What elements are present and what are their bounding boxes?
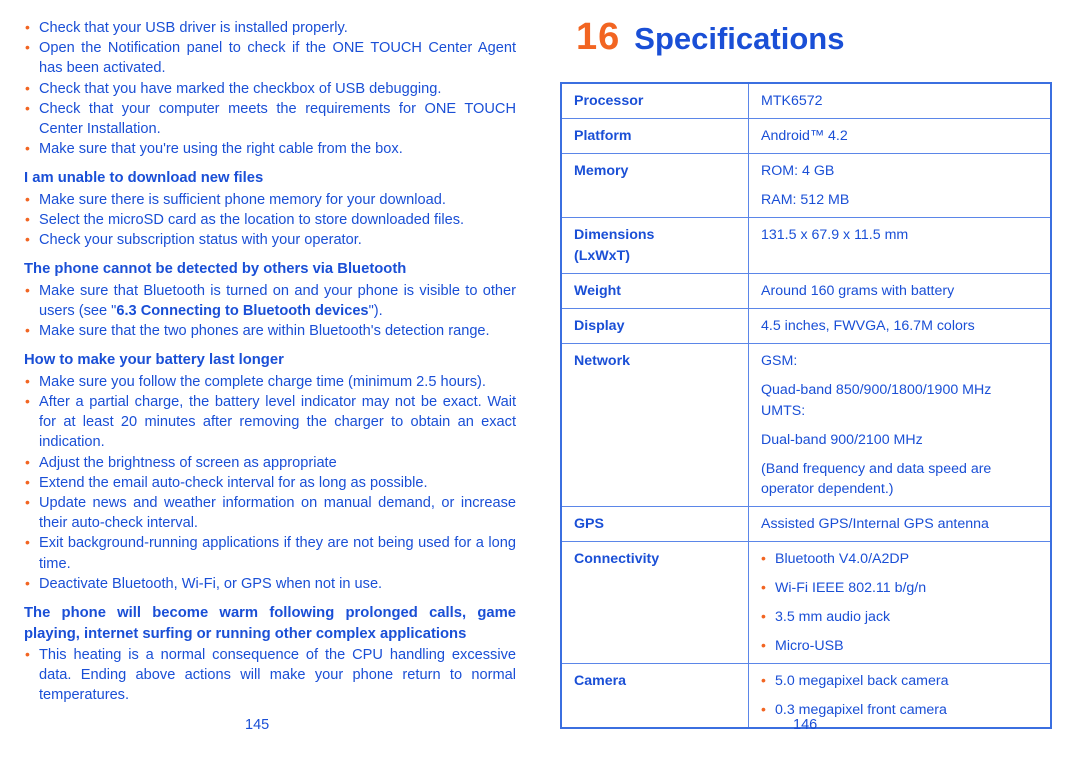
value-line: Android™ 4.2 [761, 128, 848, 144]
spec-label: Memory [560, 153, 749, 218]
left-page-column: Check that your USB driver is installed … [24, 17, 516, 706]
spec-label: GPS [560, 506, 749, 542]
list-item: Select the microSD card as the location … [24, 209, 516, 230]
spec-label-line-2: (LxWxT) [574, 248, 630, 264]
spec-label: Display [560, 308, 749, 344]
list-item: After a partial charge, the battery leve… [24, 391, 516, 453]
list-item: Make sure that Bluetooth is turned on an… [24, 280, 516, 321]
chapter-name: Specifications [634, 21, 845, 56]
list-item: Wi-Fi IEEE 802.11 b/g/n [761, 577, 1040, 598]
value-line: ROM: 4 GB [761, 163, 835, 179]
spec-label: Dimensions (LxWxT) [560, 217, 749, 274]
spec-value: Assisted GPS/Internal GPS antenna [748, 506, 1052, 542]
value-line: RAM: 512 MB [761, 192, 850, 208]
list-item: Check that you have marked the checkbox … [24, 78, 516, 99]
list-item: Make sure that the two phones are within… [24, 320, 516, 341]
troubleshooting-group-warm-phone: The phone will become warm following pro… [24, 603, 516, 705]
list-item: Open the Notification panel to check if … [24, 37, 516, 78]
list-item: Check your subscription status with your… [24, 229, 516, 250]
spec-value: 131.5 x 67.9 x 11.5 mm [748, 217, 1052, 274]
table-row: Memory ROM: 4 GB RAM: 512 MB [560, 153, 1052, 218]
section-heading: The phone will become warm following pro… [24, 603, 516, 644]
list-item: 3.5 mm audio jack [761, 606, 1040, 627]
spec-value: 4.5 inches, FWVGA, 16.7M colors [748, 308, 1052, 344]
bullet-list: Check that your USB driver is installed … [24, 17, 516, 159]
troubleshooting-group-battery: How to make your battery last longer Mak… [24, 350, 516, 594]
spec-label: Camera [560, 663, 749, 729]
list-item: Check that your USB driver is installed … [24, 17, 516, 38]
value-line: Assisted GPS/Internal GPS antenna [761, 516, 989, 532]
page-title: 16 Specifications [576, 18, 1056, 56]
list-item: Adjust the brightness of screen as appro… [24, 452, 516, 473]
value-line: (Band frequency and data speed are opera… [761, 461, 992, 497]
table-row: Connectivity Bluetooth V4.0/A2DP Wi-Fi I… [560, 541, 1052, 664]
right-page-column: 16 Specifications Processor MTK6572 Plat… [560, 18, 1056, 729]
bullet-list: 5.0 megapixel back camera 0.3 megapixel … [761, 670, 1040, 720]
list-item: Make sure you follow the complete charge… [24, 371, 516, 392]
bullet-list: Make sure you follow the complete charge… [24, 371, 516, 594]
table-row: Dimensions (LxWxT) 131.5 x 67.9 x 11.5 m… [560, 217, 1052, 274]
list-item: This heating is a normal consequence of … [24, 644, 516, 706]
page-number-right: 146 [793, 717, 818, 733]
table-row: Display 4.5 inches, FWVGA, 16.7M colors [560, 308, 1052, 344]
value-line: Dual-band 900/2100 MHz [761, 432, 923, 448]
spec-label: Processor [560, 82, 749, 119]
value-line: Quad-band 850/900/1800/1900 MHz [761, 382, 992, 398]
list-item: Micro-USB [761, 635, 1040, 656]
spec-value: Around 160 grams with battery [748, 273, 1052, 309]
bullet-list: Bluetooth V4.0/A2DP Wi-Fi IEEE 802.11 b/… [761, 548, 1040, 656]
list-item: Make sure that you're using the right ca… [24, 138, 516, 159]
spec-label: Network [560, 343, 749, 507]
troubleshooting-group-bluetooth: The phone cannot be detected by others v… [24, 259, 516, 341]
table-row: GPS Assisted GPS/Internal GPS antenna [560, 506, 1052, 542]
list-item: Extend the email auto-check interval for… [24, 472, 516, 493]
spec-value: Android™ 4.2 [748, 118, 1052, 154]
section-heading: I am unable to download new files [24, 170, 264, 187]
bullet-list: Make sure that Bluetooth is turned on an… [24, 280, 516, 342]
bullet-list: Make sure there is sufficient phone memo… [24, 189, 516, 251]
list-item: Make sure there is sufficient phone memo… [24, 189, 516, 210]
table-row: Weight Around 160 grams with battery [560, 273, 1052, 309]
spec-label: Platform [560, 118, 749, 154]
page-number-left: 145 [245, 717, 270, 733]
list-item: Exit background-running applications if … [24, 532, 516, 573]
value-line: 4.5 inches, FWVGA, 16.7M colors [761, 318, 975, 334]
list-item: Update news and weather information on m… [24, 492, 516, 533]
list-item: Bluetooth V4.0/A2DP [761, 548, 1040, 569]
value-line: UMTS: [761, 403, 806, 419]
specifications-table: Processor MTK6572 Platform Android™ 4.2 … [560, 82, 1052, 729]
section-heading-line-1: The phone will become warm following pro… [24, 605, 516, 622]
value-line: Around 160 grams with battery [761, 283, 955, 299]
spec-value: ROM: 4 GB RAM: 512 MB [748, 153, 1052, 218]
spec-value: GSM: Quad-band 850/900/1800/1900 MHz UMT… [748, 343, 1052, 507]
document-page-spread: Check that your USB driver is installed … [0, 0, 1080, 767]
troubleshooting-group-download: I am unable to download new files Make s… [24, 168, 516, 250]
list-item-text-b: "). [368, 303, 383, 320]
chapter-number: 16 [576, 16, 621, 58]
table-row: Platform Android™ 4.2 [560, 118, 1052, 154]
troubleshooting-group-usb: Check that your USB driver is installed … [24, 17, 516, 159]
spec-label: Connectivity [560, 541, 749, 664]
section-heading: The phone cannot be detected by others v… [24, 261, 407, 278]
spec-label: Weight [560, 273, 749, 309]
table-row: Network GSM: Quad-band 850/900/1800/1900… [560, 343, 1052, 507]
spec-value: Bluetooth V4.0/A2DP Wi-Fi IEEE 802.11 b/… [748, 541, 1052, 664]
cross-reference-link[interactable]: 6.3 Connecting to Bluetooth devices [116, 303, 368, 319]
spec-label-line-1: Dimensions [574, 227, 655, 243]
list-item: Deactivate Bluetooth, Wi-Fi, or GPS when… [24, 573, 516, 594]
value-line: GSM: [761, 353, 798, 369]
section-heading-line-2: playing, internet surfing or running oth… [24, 625, 467, 642]
table-row: Processor MTK6572 [560, 82, 1052, 119]
list-item: 5.0 megapixel back camera [761, 670, 1040, 691]
value-line: 131.5 x 67.9 x 11.5 mm [761, 227, 909, 243]
list-item: Check that your computer meets the requi… [24, 98, 516, 139]
bullet-list: This heating is a normal consequence of … [24, 644, 516, 706]
section-heading: How to make your battery last longer [24, 352, 284, 369]
value-line: MTK6572 [761, 93, 823, 109]
spec-value: MTK6572 [748, 82, 1052, 119]
